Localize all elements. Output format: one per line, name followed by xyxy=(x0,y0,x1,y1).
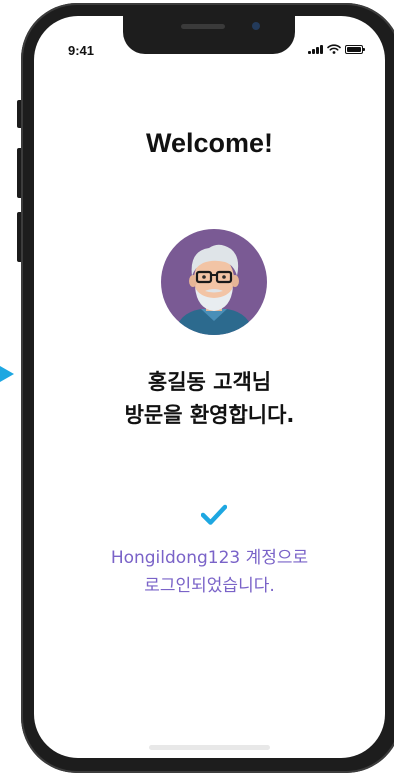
login-message: Hongildong123 계정으로 로그인되었습니다. xyxy=(34,544,385,600)
greeting-line-1: 홍길동 고객님 xyxy=(147,370,272,394)
greeting-line-2: 방문을 환영합니다. xyxy=(124,403,295,427)
status-time: 9:41 xyxy=(68,43,95,58)
home-indicator[interactable] xyxy=(149,745,270,750)
greeting-text: 홍길동 고객님 방문을 환영합니다. xyxy=(34,366,385,432)
check-icon xyxy=(201,504,227,525)
wifi-icon xyxy=(327,44,341,54)
phone-screen: 9:41 Welcome! 홍길동 고객님 방문을 환영합니다. Hongild… xyxy=(34,16,385,758)
status-icons xyxy=(308,44,365,54)
phone-frame: 9:41 Welcome! 홍길동 고객님 방문을 환영합니다. Hongild… xyxy=(21,3,394,773)
login-message-line-2: 로그인되었습니다. xyxy=(144,576,275,596)
signal-icon xyxy=(308,44,323,54)
login-message-line-1: Hongildong123 계정으로 xyxy=(110,548,309,568)
speaker-grille xyxy=(181,24,225,29)
arrow-right-icon xyxy=(0,366,14,382)
page-title: Welcome! xyxy=(145,128,274,158)
battery-icon xyxy=(345,44,365,54)
front-camera xyxy=(252,22,260,30)
avatar-icon xyxy=(161,229,267,335)
notch xyxy=(123,16,295,54)
